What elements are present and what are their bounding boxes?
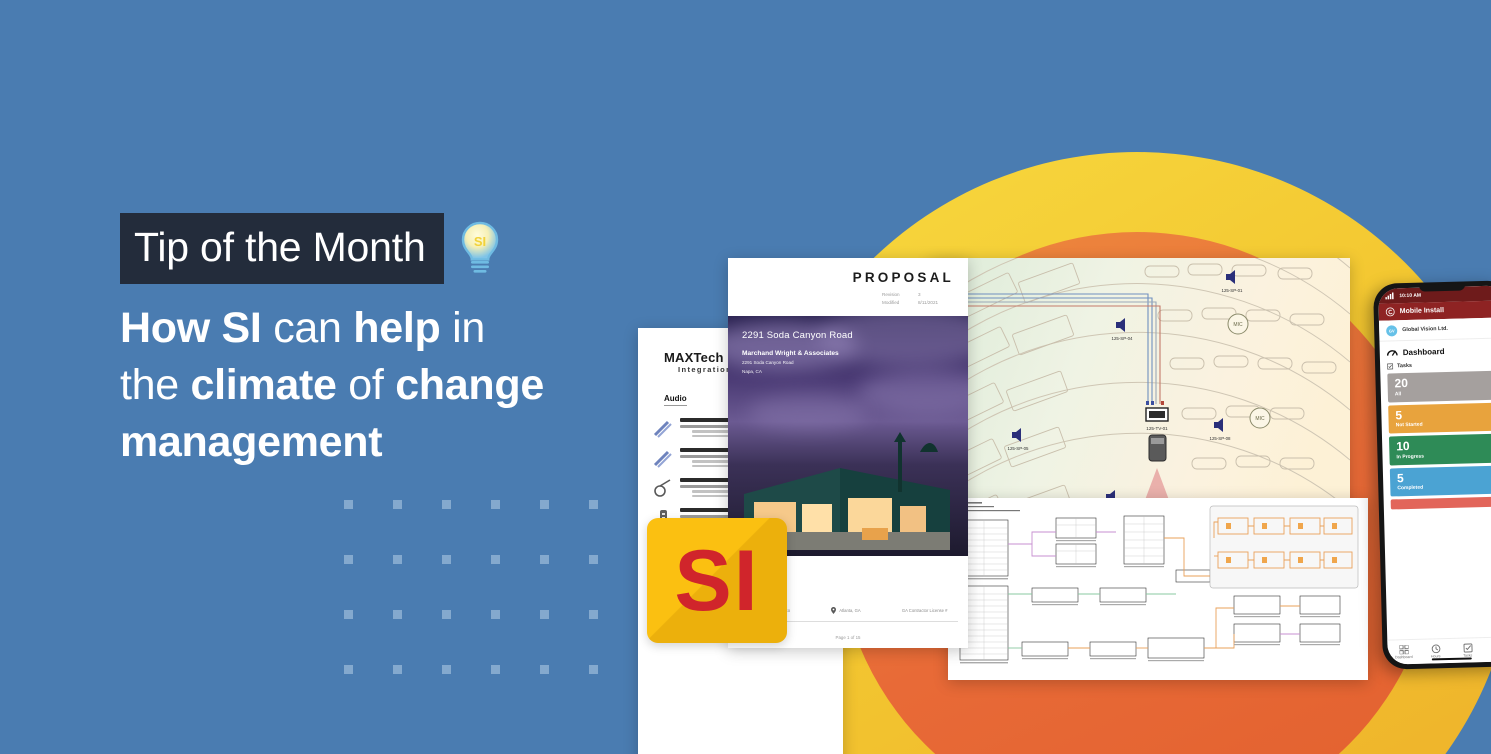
headline-plain-2: in bbox=[440, 304, 485, 352]
proposal-meta-label: Modified bbox=[882, 299, 900, 305]
equipment-doc-section: Audio bbox=[664, 394, 687, 406]
phone-task-tiles: 20 All 5 Not Started 10 In Progress 5 Co… bbox=[1380, 370, 1491, 639]
task-tile-count: 5 bbox=[1395, 407, 1403, 422]
mobile-install-phone-mockup: 10:10 AM Mobile Install GV Global Vision… bbox=[1372, 280, 1491, 670]
cable-icon bbox=[653, 450, 672, 468]
task-tile-in-progress[interactable]: 10 In Progress bbox=[1388, 433, 1491, 466]
task-tile-label: All bbox=[1394, 390, 1402, 397]
proposal-meta-value: 8/11/2021 bbox=[918, 299, 939, 305]
headline-plain-1: can bbox=[261, 304, 354, 352]
task-tile-label: In Progress bbox=[1396, 453, 1425, 461]
phone-status-time: 10:10 AM bbox=[1399, 292, 1422, 299]
clock-icon bbox=[1431, 644, 1440, 654]
proposal-location-item: Atlanta, GA bbox=[831, 607, 861, 614]
lightbulb-icon: SI bbox=[458, 220, 502, 278]
speaker-label: 125-SP-01 bbox=[1222, 288, 1244, 293]
lightbulb-si-text: SI bbox=[473, 234, 485, 249]
proposal-client-city: Napa, CA bbox=[742, 369, 762, 375]
proposal-header: PROPOSAL Revision 3 Modified 8/11/2021 bbox=[728, 258, 968, 316]
headline-plain-3: the bbox=[120, 360, 191, 409]
task-tile-label: Not Started bbox=[1395, 421, 1423, 429]
headline-plain-4: of bbox=[336, 360, 396, 409]
schematic-svg bbox=[948, 498, 1368, 680]
page-title: How SI can help in the climate of change… bbox=[120, 300, 650, 470]
phone-org-row[interactable]: GV Global Vision Ltd. bbox=[1378, 317, 1491, 342]
proposal-contact-license: GA Contractor License # bbox=[901, 608, 948, 613]
mic-label: MIC bbox=[1255, 416, 1265, 422]
tip-of-the-month-banner: Tip of the Month SI How SI can help in t… bbox=[0, 0, 1491, 754]
proposal-client-address: 2291 Soda Canyon Road bbox=[742, 360, 794, 365]
si-logo-tile: SI bbox=[647, 518, 787, 643]
cable-icon bbox=[653, 420, 672, 438]
proposal-license-item: GA Contractor License # bbox=[902, 608, 948, 613]
headline-bold-2: help bbox=[353, 304, 441, 352]
proposal-address-line: 2291 Soda Canyon Road bbox=[742, 330, 853, 341]
tab-dashboard[interactable]: Dashboard bbox=[1387, 640, 1420, 665]
proposal-meta-value: 3 bbox=[918, 292, 921, 297]
map-pin-icon bbox=[831, 607, 837, 614]
proposal-title: PROPOSAL bbox=[852, 270, 954, 285]
checklist-icon bbox=[1463, 643, 1473, 653]
task-tile-count: 10 bbox=[1396, 439, 1410, 454]
proposal-meta: Revision 3 Modified 8/11/2021 bbox=[882, 291, 954, 307]
phone-screen-title-row: Dashboard bbox=[1379, 338, 1491, 363]
task-tile-completed[interactable]: 5 Completed bbox=[1389, 465, 1491, 497]
speaker-label: 125-SP-04 bbox=[1112, 336, 1134, 341]
eyebrow-label: Tip of the Month bbox=[120, 213, 444, 284]
proposal-meta-label: Revision bbox=[882, 292, 900, 297]
projector-label: 125-TV-01 bbox=[1146, 426, 1168, 431]
grid-icon bbox=[1398, 645, 1409, 655]
si-logo-text: SI bbox=[674, 532, 760, 629]
signal-icon bbox=[1385, 292, 1394, 300]
tab-schedule[interactable]: Schedule bbox=[1483, 637, 1491, 662]
speaker-label: 125-SP-08 bbox=[1210, 436, 1232, 441]
headline-bold-5: management bbox=[120, 417, 383, 466]
headline-bold-3: climate bbox=[190, 360, 337, 409]
proposal-client-name: Marchand Wright & Associates bbox=[742, 350, 839, 357]
phone-screen-title: Dashboard bbox=[1402, 346, 1445, 357]
task-tile-not-started[interactable]: 5 Not Started bbox=[1388, 402, 1491, 434]
task-tile-count: 20 bbox=[1394, 375, 1409, 391]
signal-flow-diagram bbox=[948, 498, 1368, 680]
task-tile-count: 5 bbox=[1396, 470, 1404, 486]
tab-label: Dashboard bbox=[1394, 654, 1413, 660]
mic-label: MIC bbox=[1233, 322, 1243, 328]
phone-org-name: Global Vision Ltd. bbox=[1402, 325, 1448, 334]
headline-bold-1: How SI bbox=[120, 304, 262, 352]
task-tile-extra[interactable] bbox=[1390, 496, 1491, 510]
org-avatar: GV bbox=[1386, 324, 1398, 337]
dashboard-gauge-icon bbox=[1386, 350, 1398, 356]
eyebrow-row: Tip of the Month SI bbox=[120, 213, 502, 284]
checkbox-icon bbox=[1387, 363, 1394, 370]
phone-tasks-label: Tasks bbox=[1397, 362, 1413, 370]
proposal-address-block: 2291 Soda Canyon Road Marchand Wright & … bbox=[742, 330, 853, 376]
proposal-contact-city: Atlanta, GA bbox=[839, 608, 861, 613]
task-tile-all[interactable]: 20 All bbox=[1387, 370, 1491, 403]
app-logo-icon bbox=[1385, 307, 1395, 317]
phone-app-title[interactable]: Mobile Install bbox=[1400, 307, 1445, 315]
phone-notch bbox=[1419, 283, 1466, 292]
phone-tab-bar: Dashboard Hours Tasks bbox=[1387, 636, 1491, 665]
headphone-icon bbox=[654, 479, 671, 497]
speaker-label: 125-SP-05 bbox=[1008, 446, 1030, 451]
phone-screen: 10:10 AM Mobile Install GV Global Vision… bbox=[1378, 285, 1491, 665]
headline-bold-4: change bbox=[395, 360, 544, 409]
task-tile-label: Completed bbox=[1397, 485, 1424, 492]
